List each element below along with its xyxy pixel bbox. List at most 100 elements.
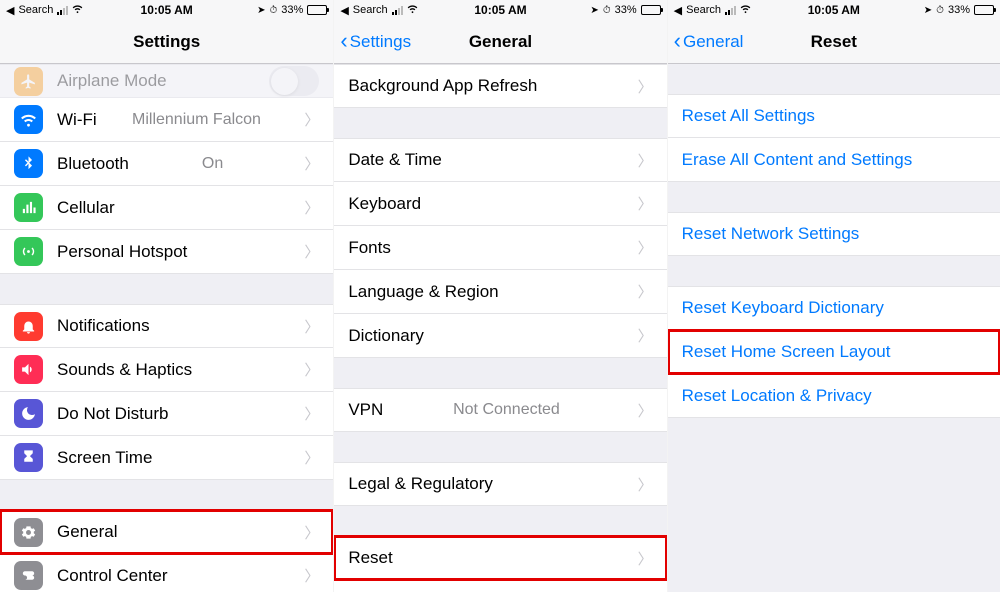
back-app-caret[interactable]: ◀	[340, 4, 348, 17]
row-label: General	[57, 522, 117, 542]
chevron-right-icon: 〉	[304, 109, 319, 130]
list[interactable]: Background App Refresh〉Date & Time〉Keybo…	[334, 64, 666, 592]
wifi-icon	[14, 105, 43, 134]
row-cellular[interactable]: Cellular〉	[0, 186, 333, 230]
wifi-icon	[407, 3, 418, 17]
row-label: Wi-Fi	[57, 110, 97, 130]
row-reset-home-screen-layout[interactable]: Reset Home Screen Layout	[668, 330, 1000, 374]
chevron-right-icon: 〉	[304, 522, 319, 543]
chevron-right-icon: 〉	[638, 150, 653, 171]
row-legal-regulatory[interactable]: Legal & Regulatory 〉	[334, 462, 666, 506]
row-label: Dictionary	[348, 326, 424, 346]
switches-icon	[14, 561, 43, 590]
row-label: Keyboard	[348, 194, 421, 214]
nav-title: Reset	[811, 32, 857, 52]
row-label: Legal & Regulatory	[348, 474, 493, 494]
chevron-right-icon: 〉	[638, 237, 653, 258]
nav-back-label: Settings	[350, 32, 411, 52]
row-detail: Millennium Falcon	[132, 111, 269, 129]
toggle[interactable]	[269, 66, 319, 96]
row-label: Reset Location & Privacy	[682, 386, 872, 406]
chevron-right-icon: 〉	[638, 325, 653, 346]
status-time: 10:05 AM	[141, 3, 193, 17]
chevron-right-icon: 〉	[638, 548, 653, 569]
chevron-right-icon: 〉	[304, 447, 319, 468]
back-app-label[interactable]: Search	[686, 4, 721, 16]
chevron-right-icon: 〉	[638, 400, 653, 421]
nav-bar: Settings	[0, 20, 333, 64]
alarm-icon: ⏱	[936, 5, 944, 16]
row-label: Sounds & Haptics	[57, 360, 192, 380]
back-app-label[interactable]: Search	[353, 4, 388, 16]
row-date-time[interactable]: Date & Time 〉	[334, 138, 666, 182]
row-reset-keyboard-dictionary[interactable]: Reset Keyboard Dictionary	[668, 286, 1000, 330]
row-airplane-mode[interactable]: Airplane Mode	[0, 64, 333, 98]
row-fonts[interactable]: Fonts〉	[334, 226, 666, 270]
battery-pct: 33%	[281, 4, 303, 16]
location-icon: ➤	[924, 5, 932, 16]
screen-2: ◀ Search 10:05 AM ➤ ⏱ 33% ‹ GeneralReset…	[667, 0, 1000, 592]
row-language-region[interactable]: Language & Region〉	[334, 270, 666, 314]
wifi-icon	[72, 3, 83, 17]
row-erase-all-content-and-settings[interactable]: Erase All Content and Settings	[668, 138, 1000, 182]
location-icon: ➤	[257, 5, 265, 16]
row-sounds-haptics[interactable]: Sounds & Haptics〉	[0, 348, 333, 392]
row-label: Reset All Settings	[682, 106, 815, 126]
row-reset[interactable]: Reset 〉	[334, 536, 666, 580]
chevron-right-icon: 〉	[638, 474, 653, 495]
row-dictionary[interactable]: Dictionary 〉	[334, 314, 666, 358]
row-label: Reset	[348, 548, 392, 568]
row-personal-hotspot[interactable]: Personal Hotspot〉	[0, 230, 333, 274]
row-label: Screen Time	[57, 448, 152, 468]
screen-0: ◀ Search 10:05 AM ➤ ⏱ 33% Settings Airpla…	[0, 0, 333, 592]
row-bluetooth[interactable]: BluetoothOn〉	[0, 142, 333, 186]
row-label: Personal Hotspot	[57, 242, 187, 262]
row-reset-location-privacy[interactable]: Reset Location & Privacy	[668, 374, 1000, 418]
chevron-right-icon: 〉	[638, 76, 653, 97]
back-app-caret[interactable]: ◀	[674, 4, 682, 17]
back-app-caret[interactable]: ◀	[6, 4, 14, 17]
chevron-right-icon: 〉	[304, 153, 319, 174]
row-keyboard[interactable]: Keyboard 〉	[334, 182, 666, 226]
status-bar: ◀ Search 10:05 AM ➤ ⏱ 33%	[0, 0, 333, 20]
alarm-icon: ⏱	[269, 5, 277, 16]
row-screen-time[interactable]: Screen Time 〉	[0, 436, 333, 480]
row-label: Control Center	[57, 566, 168, 586]
battery-icon	[974, 5, 994, 15]
battery-pct: 33%	[615, 4, 637, 16]
screen-1: ◀ Search 10:05 AM ➤ ⏱ 33% ‹ SettingsGene…	[333, 0, 666, 592]
nav-back[interactable]: ‹ General	[674, 32, 744, 52]
nav-back[interactable]: ‹ Settings	[340, 32, 411, 52]
list[interactable]: Airplane ModeWi-FiMillennium Falcon〉Blue…	[0, 64, 333, 592]
row-do-not-disturb[interactable]: Do Not Disturb〉	[0, 392, 333, 436]
back-app-label[interactable]: Search	[18, 4, 53, 16]
row-background-app-refresh[interactable]: Background App Refresh〉	[334, 64, 666, 108]
signal-icon	[392, 6, 403, 15]
alarm-icon: ⏱	[603, 5, 611, 16]
hotspot-icon	[14, 237, 43, 266]
nav-title: Settings	[133, 32, 200, 52]
location-icon: ➤	[590, 5, 598, 16]
cellular-icon	[14, 193, 43, 222]
row-notifications[interactable]: Notifications 〉	[0, 304, 333, 348]
row-label: Date & Time	[348, 150, 442, 170]
row-label: Bluetooth	[57, 154, 129, 174]
row-control-center[interactable]: Control Center〉	[0, 554, 333, 592]
row-reset-network-settings[interactable]: Reset Network Settings	[668, 212, 1000, 256]
chevron-right-icon: 〉	[638, 193, 653, 214]
row-wi-fi[interactable]: Wi-Fi Millennium Falcon 〉	[0, 98, 333, 142]
battery-icon	[641, 5, 661, 15]
row-label: Notifications	[57, 316, 150, 336]
row-vpn[interactable]: VPNNot Connected〉	[334, 388, 666, 432]
row-label: Reset Network Settings	[682, 224, 860, 244]
list[interactable]: Reset All Settings Erase All Content and …	[668, 64, 1000, 592]
nav-bar: ‹ SettingsGeneral	[334, 20, 666, 64]
row-general[interactable]: General 〉	[0, 510, 333, 554]
bell-icon	[14, 312, 43, 341]
battery-icon	[307, 5, 327, 15]
row-reset-all-settings[interactable]: Reset All Settings	[668, 94, 1000, 138]
chevron-right-icon: 〉	[304, 316, 319, 337]
row-shut-down[interactable]: Shut Down	[334, 580, 666, 592]
gear-icon	[14, 518, 43, 547]
signal-icon	[725, 6, 736, 15]
